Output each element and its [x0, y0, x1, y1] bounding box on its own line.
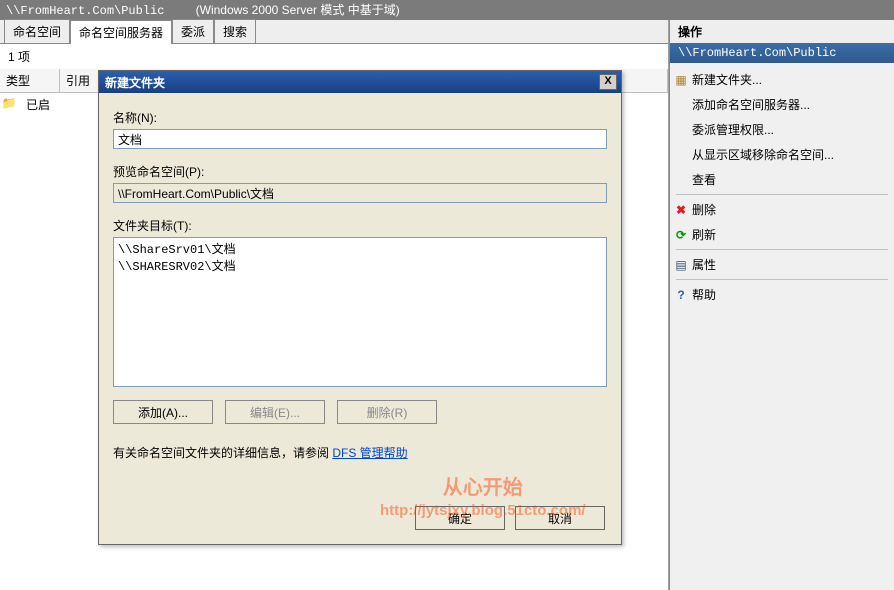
- actions-separator: [676, 279, 888, 280]
- action-label: 添加命名空间服务器...: [692, 96, 810, 113]
- preview-label: 预览命名空间(P):: [113, 163, 607, 180]
- folder-icon: 📁: [0, 96, 18, 113]
- ok-button[interactable]: 确定: [415, 506, 505, 530]
- action-label: 删除: [692, 201, 716, 218]
- help-icon: ?: [674, 288, 688, 302]
- row-ref-cell: 已启: [26, 96, 50, 113]
- ref-icon: ⟳: [674, 228, 688, 242]
- window-titlebar: \\FromHeart.Com\Public (Windows 2000 Ser…: [0, 0, 894, 20]
- tab-namespace-servers[interactable]: 命名空间服务器: [70, 20, 172, 44]
- action-label: 新建文件夹...: [692, 71, 762, 88]
- actions-separator: [676, 194, 888, 195]
- crossX-icon: ✖: [674, 203, 688, 217]
- action-label: 委派管理权限...: [692, 121, 774, 138]
- action-item-7[interactable]: ⟳ 刷新: [670, 222, 894, 247]
- cancel-button[interactable]: 取消: [515, 506, 605, 530]
- name-input[interactable]: [113, 129, 607, 149]
- action-item-2[interactable]: 委派管理权限...: [670, 117, 894, 142]
- dialog-titlebar[interactable]: 新建文件夹 X: [99, 71, 621, 93]
- action-label: 从显示区域移除命名空间...: [692, 146, 834, 163]
- dialog-title: 新建文件夹: [105, 74, 165, 91]
- tab-delegation[interactable]: 委派: [172, 19, 214, 43]
- action-item-1[interactable]: 添加命名空间服务器...: [670, 92, 894, 117]
- action-label: 刷新: [692, 226, 716, 243]
- new-folder-dialog: 新建文件夹 X 名称(N): 预览命名空间(P): 文件夹目标(T): 添加(A…: [98, 70, 622, 545]
- action-item-4[interactable]: 查看: [670, 167, 894, 192]
- action-label: 查看: [692, 171, 716, 188]
- tabs-bar: 命名空间 命名空间服务器 委派 搜索: [0, 20, 668, 44]
- name-label: 名称(N):: [113, 109, 607, 126]
- col-type[interactable]: 类型: [0, 69, 60, 92]
- help-text: 有关命名空间文件夹的详细信息，请参阅: [113, 446, 332, 460]
- tab-namespace[interactable]: 命名空间: [4, 19, 70, 43]
- close-button[interactable]: X: [599, 74, 617, 90]
- action-item-6[interactable]: ✖ 删除: [670, 197, 894, 222]
- action-item-0[interactable]: ▦ 新建文件夹...: [670, 67, 894, 92]
- help-link[interactable]: DFS 管理帮助: [332, 446, 407, 460]
- targets-label: 文件夹目标(T):: [113, 217, 607, 234]
- targets-list[interactable]: [113, 237, 607, 387]
- action-label: 属性: [692, 256, 716, 273]
- action-item-3[interactable]: 从显示区域移除命名空间...: [670, 142, 894, 167]
- help-row: 有关命名空间文件夹的详细信息，请参阅 DFS 管理帮助: [113, 444, 607, 461]
- newfolder-icon: ▦: [674, 73, 688, 87]
- delete-target-button: 删除(R): [337, 400, 437, 424]
- row-type-cell: [18, 96, 26, 113]
- title-mode: (Windows 2000 Server 模式 中基于域): [196, 3, 400, 17]
- actions-separator: [676, 249, 888, 250]
- action-label: 帮助: [692, 286, 716, 303]
- actions-head: 操作: [670, 20, 894, 43]
- item-count: 1 项: [0, 44, 668, 69]
- title-path: \\FromHeart.Com\Public: [6, 4, 164, 18]
- actions-pane: 操作 \\FromHeart.Com\Public ▦ 新建文件夹... 添加命名空…: [669, 20, 894, 590]
- action-item-11[interactable]: ? 帮助: [670, 282, 894, 307]
- preview-input: [113, 183, 607, 203]
- actions-subhead: \\FromHeart.Com\Public: [670, 43, 894, 63]
- add-button[interactable]: 添加(A)...: [113, 400, 213, 424]
- action-item-9[interactable]: ▤ 属性: [670, 252, 894, 277]
- prop-icon: ▤: [674, 258, 688, 272]
- tab-search[interactable]: 搜索: [214, 19, 256, 43]
- edit-button: 编辑(E)...: [225, 400, 325, 424]
